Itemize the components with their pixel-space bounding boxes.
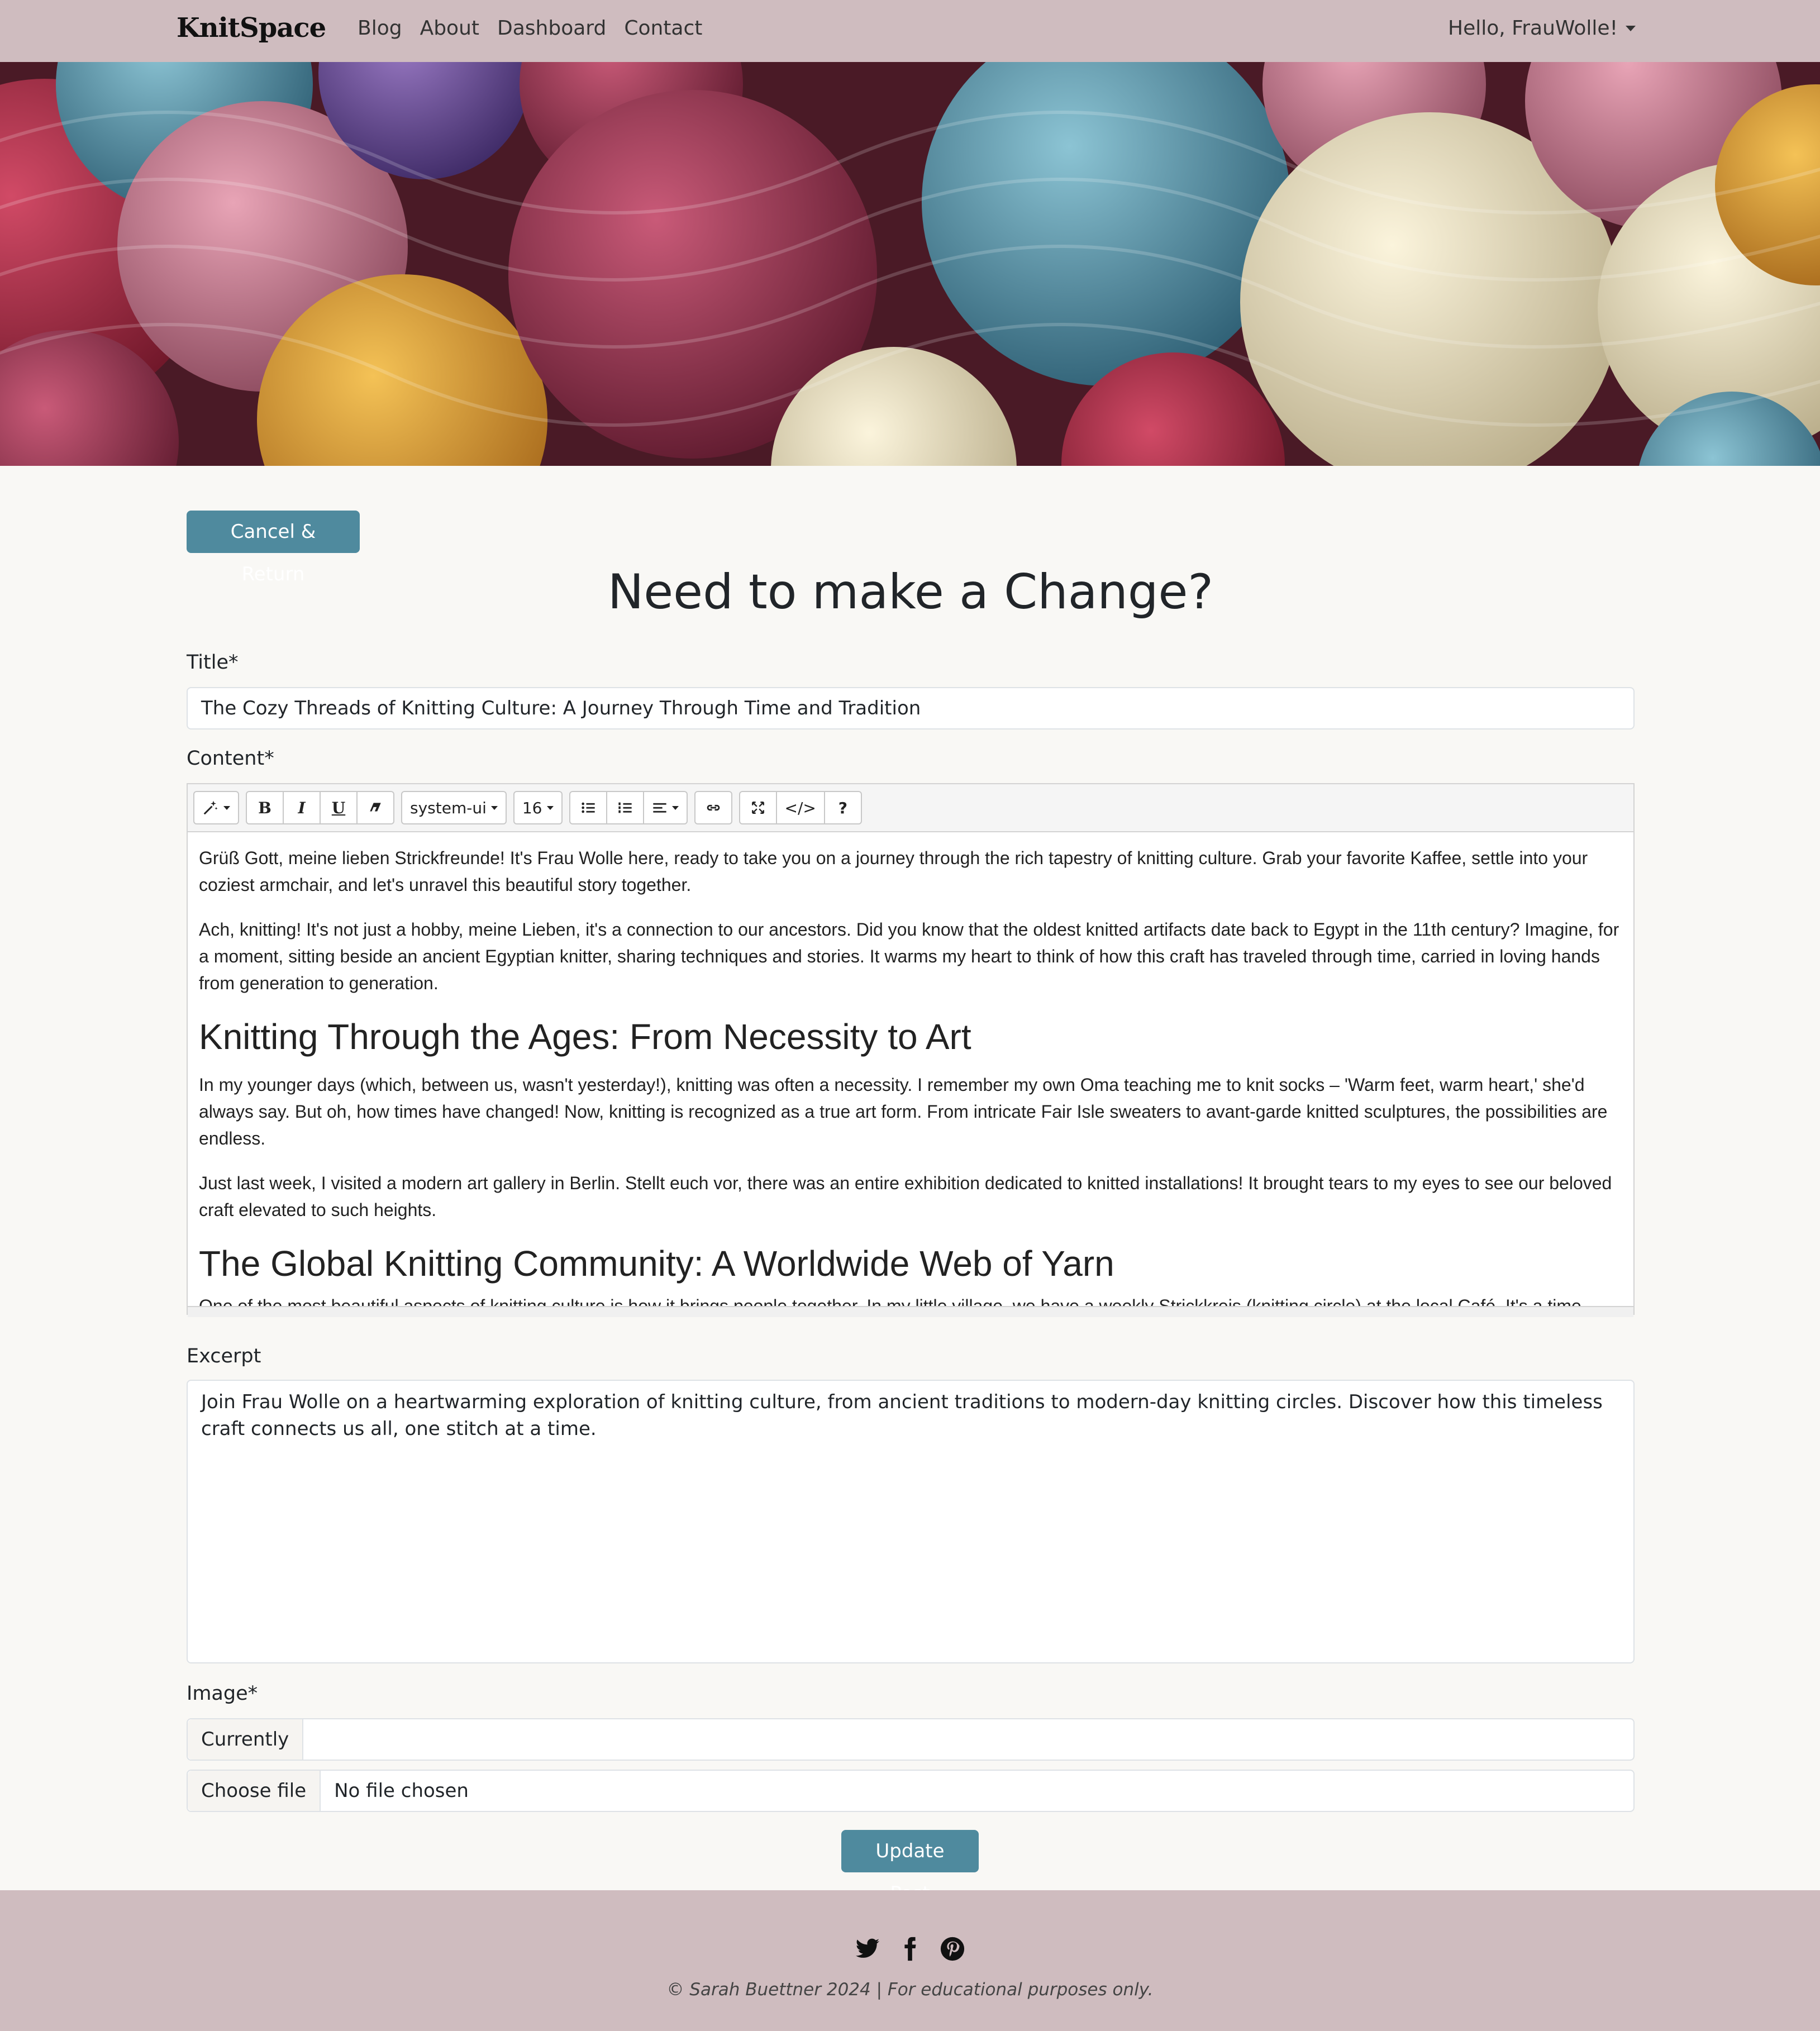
choose-file-button[interactable]: Choose file bbox=[188, 1771, 321, 1811]
clear-format-button[interactable] bbox=[356, 791, 394, 824]
yarn-hero-illustration bbox=[0, 62, 1820, 466]
nav-link-dashboard[interactable]: Dashboard bbox=[497, 17, 606, 40]
nav-link-contact[interactable]: Contact bbox=[624, 17, 702, 40]
content-heading: Knitting Through the Ages: From Necessit… bbox=[199, 1017, 971, 1057]
paragraph-align-dropdown[interactable] bbox=[642, 791, 688, 824]
editor-content-area[interactable]: Grüß Gott, meine lieben Strickfreunde! I… bbox=[188, 832, 1633, 1306]
pinterest-icon[interactable] bbox=[940, 1936, 965, 1962]
content-paragraph: Ach, knitting! It's not just a hobby, me… bbox=[199, 919, 1619, 993]
nav-link-about[interactable]: About bbox=[420, 17, 479, 40]
italic-button[interactable]: I bbox=[283, 791, 321, 824]
twitter-icon[interactable] bbox=[855, 1936, 880, 1962]
magic-wand-icon bbox=[203, 800, 218, 815]
editor-toolbar: B I U system-ui 16 </> ? bbox=[188, 784, 1633, 832]
copyright-text: © Sarah Buettner 2024 | For educational … bbox=[666, 1980, 1154, 2000]
content-paragraph: One of the most beautiful aspects of kni… bbox=[199, 1296, 1581, 1306]
excerpt-textarea[interactable]: Join Frau Wolle on a heartwarming explor… bbox=[187, 1380, 1635, 1663]
file-input[interactable]: Choose file No file chosen bbox=[187, 1770, 1635, 1812]
user-menu-dropdown[interactable]: Hello, FrauWolle! bbox=[1448, 17, 1636, 40]
current-image-value bbox=[303, 1719, 330, 1760]
code-view-button[interactable]: </> bbox=[775, 791, 825, 824]
page-title: Need to make a Change? bbox=[607, 564, 1214, 620]
link-icon bbox=[707, 804, 720, 811]
title-label: Title* bbox=[187, 651, 239, 674]
current-image-field: Currently bbox=[187, 1718, 1635, 1761]
currently-label: Currently bbox=[188, 1719, 304, 1760]
nav-link-blog[interactable]: Blog bbox=[358, 17, 402, 40]
font-size-dropdown[interactable]: 16 bbox=[513, 791, 563, 824]
font-family-dropdown[interactable]: system-ui bbox=[401, 791, 507, 824]
chevron-down-icon bbox=[546, 805, 554, 810]
help-button[interactable]: ? bbox=[823, 791, 862, 824]
content-paragraph: In my younger days (which, between us, w… bbox=[199, 1075, 1608, 1148]
hero-image bbox=[0, 62, 1820, 466]
numbered-list-icon bbox=[618, 802, 632, 813]
content-paragraph: Grüß Gott, meine lieben Strickfreunde! I… bbox=[199, 848, 1588, 895]
title-input[interactable]: The Cozy Threads of Knitting Culture: A … bbox=[187, 687, 1635, 730]
unordered-list-button[interactable] bbox=[569, 791, 607, 824]
align-left-icon bbox=[652, 803, 666, 813]
font-size-value: 16 bbox=[522, 798, 542, 817]
nav-links: Blog About Dashboard Contact bbox=[358, 17, 702, 40]
no-file-chosen-text: No file chosen bbox=[334, 1780, 469, 1802]
font-family-value: system-ui bbox=[410, 798, 487, 817]
user-greeting: Hello, FrauWolle! bbox=[1448, 17, 1618, 40]
insert-link-button[interactable] bbox=[694, 791, 732, 824]
fullscreen-button[interactable] bbox=[739, 791, 777, 824]
underline-button[interactable]: U bbox=[320, 791, 358, 824]
social-links bbox=[855, 1936, 965, 1962]
image-label: Image* bbox=[187, 1682, 258, 1705]
bold-button[interactable]: B bbox=[246, 791, 284, 824]
content-paragraph: Just last week, I visited a modern art g… bbox=[199, 1173, 1612, 1220]
eraser-icon bbox=[370, 803, 381, 812]
excerpt-label: Excerpt bbox=[187, 1345, 261, 1367]
chevron-down-icon bbox=[671, 805, 679, 810]
footer: © Sarah Buettner 2024 | For educational … bbox=[0, 1890, 1820, 2031]
navbar: KnitSpace Blog About Dashboard Contact H… bbox=[0, 0, 1820, 62]
facebook-icon[interactable] bbox=[897, 1936, 923, 1962]
magic-style-button[interactable] bbox=[193, 791, 239, 824]
chevron-down-icon bbox=[490, 805, 498, 810]
content-heading: The Global Knitting Community: A Worldwi… bbox=[199, 1243, 1114, 1284]
editor-resize-bar[interactable] bbox=[188, 1306, 1633, 1317]
chevron-down-icon bbox=[1626, 25, 1636, 31]
ordered-list-button[interactable] bbox=[606, 791, 644, 824]
cancel-return-button[interactable]: Cancel & Return bbox=[187, 511, 360, 585]
fullscreen-icon bbox=[751, 802, 764, 814]
brand-logo[interactable]: KnitSpace bbox=[177, 12, 326, 44]
content-label: Content* bbox=[187, 747, 274, 770]
bullet-list-icon bbox=[581, 802, 595, 813]
update-post-button[interactable]: Update Post bbox=[841, 1830, 979, 1905]
chevron-down-icon bbox=[223, 805, 230, 810]
rich-text-editor: B I U system-ui 16 </> ? Grüß Gott, mein… bbox=[187, 783, 1635, 1317]
